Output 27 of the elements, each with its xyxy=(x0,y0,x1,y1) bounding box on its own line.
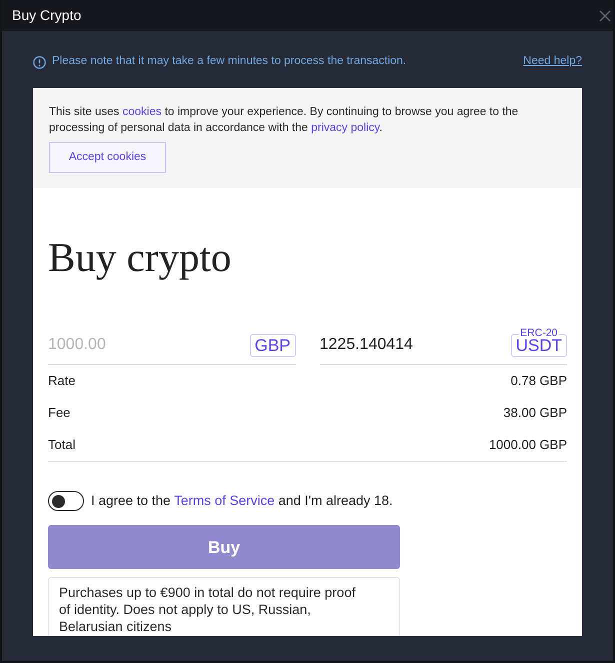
cookie-notice-text: This site uses cookies to improve your experience. By continuing to browse you agree to the processing of personal data in accordance with the privacy policy. xyxy=(49,105,520,136)
agreement-text: I agree to the Terms of Service and I'm already 18. xyxy=(91,492,393,510)
network-label: ERC-20 xyxy=(519,328,559,338)
summary-label: Rate xyxy=(48,372,76,390)
summary-label: Total xyxy=(48,436,76,454)
accept-cookies-button[interactable]: Accept cookies xyxy=(49,142,166,173)
summary-value: 38.00 GBP xyxy=(503,404,567,422)
amount-from-field[interactable]: 1000.00 GBP xyxy=(48,323,296,365)
agree-toggle[interactable] xyxy=(48,491,84,512)
summary-label: Fee xyxy=(48,404,70,422)
amount-to-field[interactable]: 1225.140414 ERC-20 USDT xyxy=(320,323,567,365)
info-text: Purchases up to €900 in total do not require proof of identity. Does not apply to US, Russian, Belarusian citizens xyxy=(59,584,356,636)
summary-value: 1000.00 GBP xyxy=(488,436,567,454)
summary-value: 0.78 GBP xyxy=(510,372,567,390)
page-heading: Buy crypto xyxy=(48,234,232,280)
cookie-link[interactable]: privacy policy xyxy=(311,122,380,134)
toggle-knob-icon xyxy=(52,494,65,508)
close-button[interactable] xyxy=(598,8,612,22)
window-title: Buy Crypto xyxy=(12,6,82,25)
currency-badge[interactable]: GBP xyxy=(250,334,296,356)
cookie-link[interactable]: cookies xyxy=(122,106,162,118)
amount-to-value: 1225.140414 xyxy=(320,335,413,355)
info-icon xyxy=(33,56,46,68)
close-icon xyxy=(599,10,611,22)
notice-text: Please note that it may take a few minutes to process the transaction. xyxy=(52,54,406,70)
terms-link[interactable]: Terms of Service xyxy=(174,493,275,508)
help-link[interactable]: Need help? xyxy=(523,53,582,71)
